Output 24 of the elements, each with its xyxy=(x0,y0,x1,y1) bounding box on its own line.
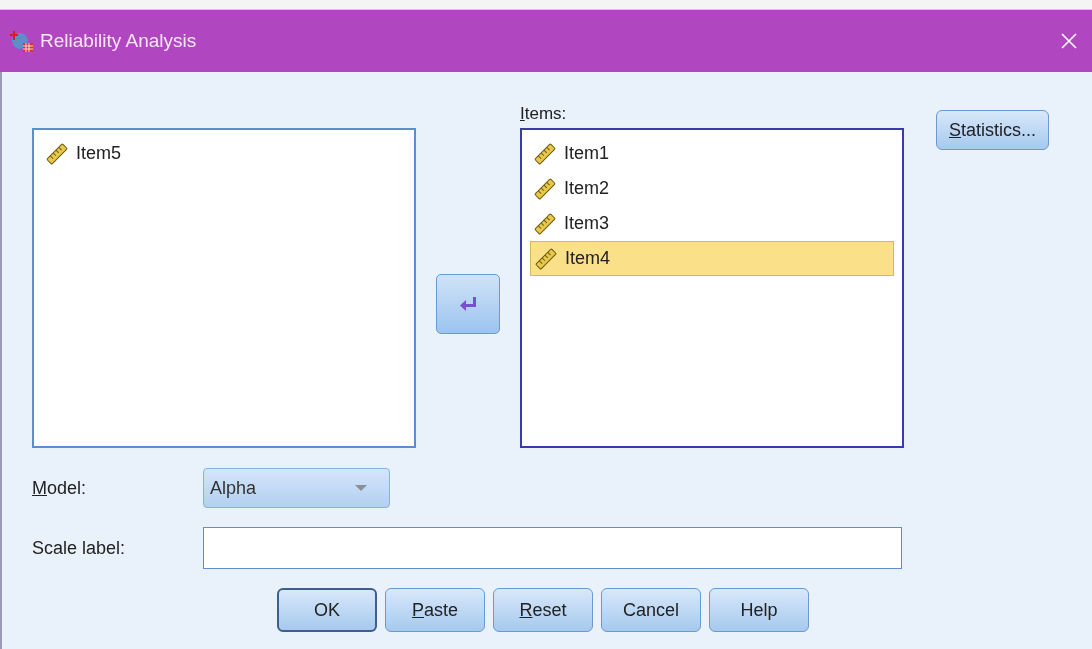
dialog-button[interactable]: Cancel xyxy=(601,588,701,632)
dialog-button[interactable]: Help xyxy=(709,588,809,632)
app-icon xyxy=(10,29,34,53)
dialog-button[interactable]: OK xyxy=(277,588,377,632)
arrow-left-icon xyxy=(459,297,477,311)
caret-icon xyxy=(355,485,367,491)
dialog-button[interactable]: Paste xyxy=(385,588,485,632)
variable-item[interactable]: Item4 xyxy=(530,241,894,276)
items-list[interactable]: Item1 Item2 Item3 Item4 xyxy=(520,128,904,448)
variable-item[interactable]: Item3 xyxy=(530,206,894,241)
variable-item[interactable]: Item2 xyxy=(530,171,894,206)
scale-label-label: Scale label: xyxy=(32,537,127,559)
source-variable-list[interactable]: Item5 xyxy=(32,128,416,448)
items-label: Items: xyxy=(520,104,568,125)
dialog-button[interactable]: Reset xyxy=(493,588,593,632)
model-dropdown[interactable]: Alpha xyxy=(203,468,390,508)
variable-item[interactable]: Item5 xyxy=(42,136,406,171)
move-left-button[interactable] xyxy=(436,274,500,334)
window-title: Reliability Analysis xyxy=(40,30,197,52)
model-label: Model: xyxy=(32,477,88,499)
close-icon[interactable] xyxy=(1060,32,1078,50)
variable-item[interactable]: Item1 xyxy=(530,136,894,171)
statistics-button[interactable]: Statistics... xyxy=(936,110,1050,150)
scale-label-field[interactable] xyxy=(203,527,902,569)
